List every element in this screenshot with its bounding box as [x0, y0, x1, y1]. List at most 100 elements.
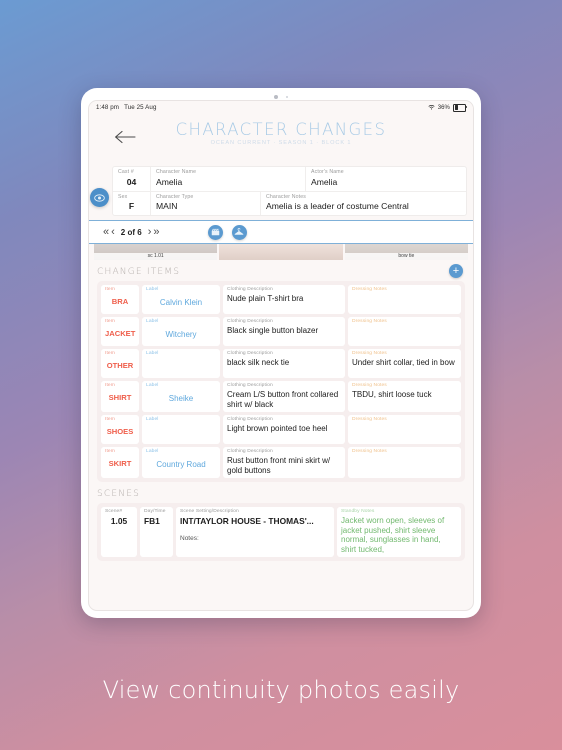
last-page-button[interactable]: »	[153, 226, 159, 238]
sex-field[interactable]: Sex F	[113, 191, 151, 215]
label-value: Country Road	[156, 460, 206, 469]
app-header: CHARACTER CHANGES OCEAN CURRENT · SEASON…	[89, 114, 473, 166]
eye-icon[interactable]	[90, 188, 109, 207]
description-cell[interactable]: Clothing Description Rust button front m…	[223, 447, 345, 478]
change-items-table: Item BRA Label Calvin Klein Clothing Des…	[97, 281, 465, 482]
item-cell[interactable]: Item JACKET	[101, 317, 139, 346]
photo-thumbnail[interactable]: sc 1.01	[94, 244, 218, 260]
standby-notes-cell[interactable]: Standby Notes Jacket worn open, sleeves …	[337, 507, 461, 557]
scene-column-label: Scene#	[105, 509, 123, 514]
label-cell[interactable]: Label Calvin Klein	[142, 285, 220, 314]
dressing-notes-value: Under shirt collar, tied in bow	[352, 358, 455, 367]
add-change-item-button[interactable]: +	[449, 264, 463, 278]
item-column-label: Item	[105, 383, 115, 388]
item-cell[interactable]: Item OTHER	[101, 349, 139, 378]
dressing-notes-cell[interactable]: Dressing Notes	[348, 447, 461, 478]
description-value: Rust button front mini skirt w/ gold but…	[227, 456, 331, 475]
table-row[interactable]: Item SHIRT Label Sheike Clothing Descrip…	[101, 381, 461, 412]
scene-setting-value: INT/TAYLOR HOUSE - THOMAS'...	[180, 516, 314, 526]
cast-number-label: Cast #	[118, 169, 134, 175]
description-cell[interactable]: Clothing Description Nude plain T-shirt …	[223, 285, 345, 314]
dressing-notes-column-label: Dressing Notes	[352, 351, 387, 356]
status-date: Tue 25 Aug	[124, 104, 157, 111]
character-notes-field[interactable]: Character Notes Amelia is a leader of co…	[261, 192, 466, 216]
item-cell[interactable]: Item BRA	[101, 285, 139, 314]
label-column-label: Label	[146, 417, 159, 422]
detail-row-1: Cast # 04 Character Name Amelia Actor's …	[113, 167, 466, 192]
description-cell[interactable]: Clothing Description Light brown pointed…	[223, 415, 345, 444]
description-cell[interactable]: Clothing Description Black single button…	[223, 317, 345, 346]
label-cell[interactable]: Label	[142, 349, 220, 378]
promo-caption: View continuity photos easily	[102, 676, 460, 704]
dressing-notes-column-label: Dressing Notes	[352, 449, 387, 454]
dressing-notes-column-label: Dressing Notes	[352, 383, 387, 388]
table-row[interactable]: Scene# 1.05 Day/Time FB1 Scene Setting/D…	[101, 507, 461, 557]
dressing-notes-cell[interactable]: Dressing Notes	[348, 317, 461, 346]
dressing-notes-column-label: Dressing Notes	[352, 319, 387, 324]
label-cell[interactable]: Label Country Road	[142, 447, 220, 478]
dressing-notes-column-label: Dressing Notes	[352, 287, 387, 292]
clapperboard-icon[interactable]	[207, 224, 223, 240]
character-notes-label: Character Notes	[266, 193, 307, 200]
battery-percent: 36%	[437, 104, 450, 111]
daytime-cell[interactable]: Day/Time FB1	[140, 507, 173, 557]
description-value: Light brown pointed toe heel	[227, 424, 328, 433]
item-column-label: Item	[105, 417, 115, 422]
standby-notes-column-label: Standby Notes	[341, 509, 375, 514]
item-cell[interactable]: Item SHIRT	[101, 381, 139, 412]
character-notes-value: Amelia is a leader of costume Central	[266, 201, 409, 211]
dressing-notes-cell[interactable]: Dressing Notes	[348, 415, 461, 444]
description-value: Black single button blazer	[227, 326, 319, 335]
description-column-label: Clothing Description	[227, 449, 273, 454]
dressing-notes-cell[interactable]: Dressing Notes TBDU, shirt loose tuck	[348, 381, 461, 412]
character-type-field[interactable]: Character Type MAIN	[151, 191, 261, 215]
status-bar: 1:48 pm Tue 25 Aug 36%	[89, 101, 473, 114]
actor-name-field[interactable]: Actor's Name Amelia	[306, 167, 466, 191]
daytime-value: FB1	[144, 516, 160, 526]
wifi-icon	[428, 104, 435, 112]
sex-label: Sex	[118, 193, 128, 200]
photo-thumbnail[interactable]: bow tie	[344, 244, 468, 260]
page-indicator: 2 of 6	[120, 227, 142, 237]
label-cell[interactable]: Label Witchery	[142, 317, 220, 346]
change-items-section: CHANGE ITEMS + Item BRA Label Calvin Kle…	[89, 260, 473, 482]
item-cell[interactable]: Item SHOES	[101, 415, 139, 444]
table-row[interactable]: Item JACKET Label Witchery Clothing Desc…	[101, 317, 461, 346]
scene-setting-cell[interactable]: Scene Setting/Description INT/TAYLOR HOU…	[176, 507, 334, 557]
photo-thumbnail[interactable]	[219, 244, 343, 260]
character-detail-card: Cast # 04 Character Name Amelia Actor's …	[112, 166, 467, 216]
description-cell[interactable]: Clothing Description black silk neck tie	[223, 349, 345, 378]
scene-notes-label: Notes:	[180, 535, 199, 542]
setting-column-label: Scene Setting/Description	[180, 509, 239, 514]
back-button[interactable]	[113, 130, 137, 144]
cast-number-field[interactable]: Cast # 04	[113, 167, 151, 191]
next-page-button[interactable]: ›	[148, 226, 152, 238]
table-row[interactable]: Item OTHER Label Clothing Description bl…	[101, 349, 461, 378]
character-name-value: Amelia	[156, 176, 183, 187]
character-name-field[interactable]: Character Name Amelia	[151, 167, 306, 191]
prev-page-button[interactable]: ‹	[111, 226, 115, 238]
standby-notes-value: Jacket worn open, sleeves of jacket push…	[341, 516, 445, 554]
actor-name-value: Amelia	[311, 176, 338, 187]
first-page-button[interactable]: «	[103, 226, 109, 238]
label-column-label: Label	[146, 449, 159, 454]
table-row[interactable]: Item SKIRT Label Country Road Clothing D…	[101, 447, 461, 478]
description-value: black silk neck tie	[227, 358, 290, 367]
dressing-notes-cell[interactable]: Dressing Notes Under shirt collar, tied …	[348, 349, 461, 378]
label-cell[interactable]: Label Sheike	[142, 381, 220, 412]
dressing-notes-value: TBDU, shirt loose tuck	[352, 390, 432, 399]
label-cell[interactable]: Label	[142, 415, 220, 444]
scene-number-cell[interactable]: Scene# 1.05	[101, 507, 137, 557]
item-cell[interactable]: Item SKIRT	[101, 447, 139, 478]
scenes-section: SCENES Scene# 1.05 Day/Time FB1 Scene Se…	[89, 482, 473, 561]
table-row[interactable]: Item BRA Label Calvin Klein Clothing Des…	[101, 285, 461, 314]
scenes-heading: SCENES	[97, 489, 141, 499]
character-name-label: Character Name	[156, 169, 197, 175]
dressing-notes-cell[interactable]: Dressing Notes	[348, 285, 461, 314]
item-column-label: Item	[105, 287, 115, 292]
clothes-hanger-icon[interactable]	[231, 224, 247, 240]
status-time: 1:48 pm	[96, 104, 120, 111]
description-cell[interactable]: Clothing Description Cream L/S button fr…	[223, 381, 345, 412]
label-column-label: Label	[146, 383, 159, 388]
table-row[interactable]: Item SHOES Label Clothing Description Li…	[101, 415, 461, 444]
